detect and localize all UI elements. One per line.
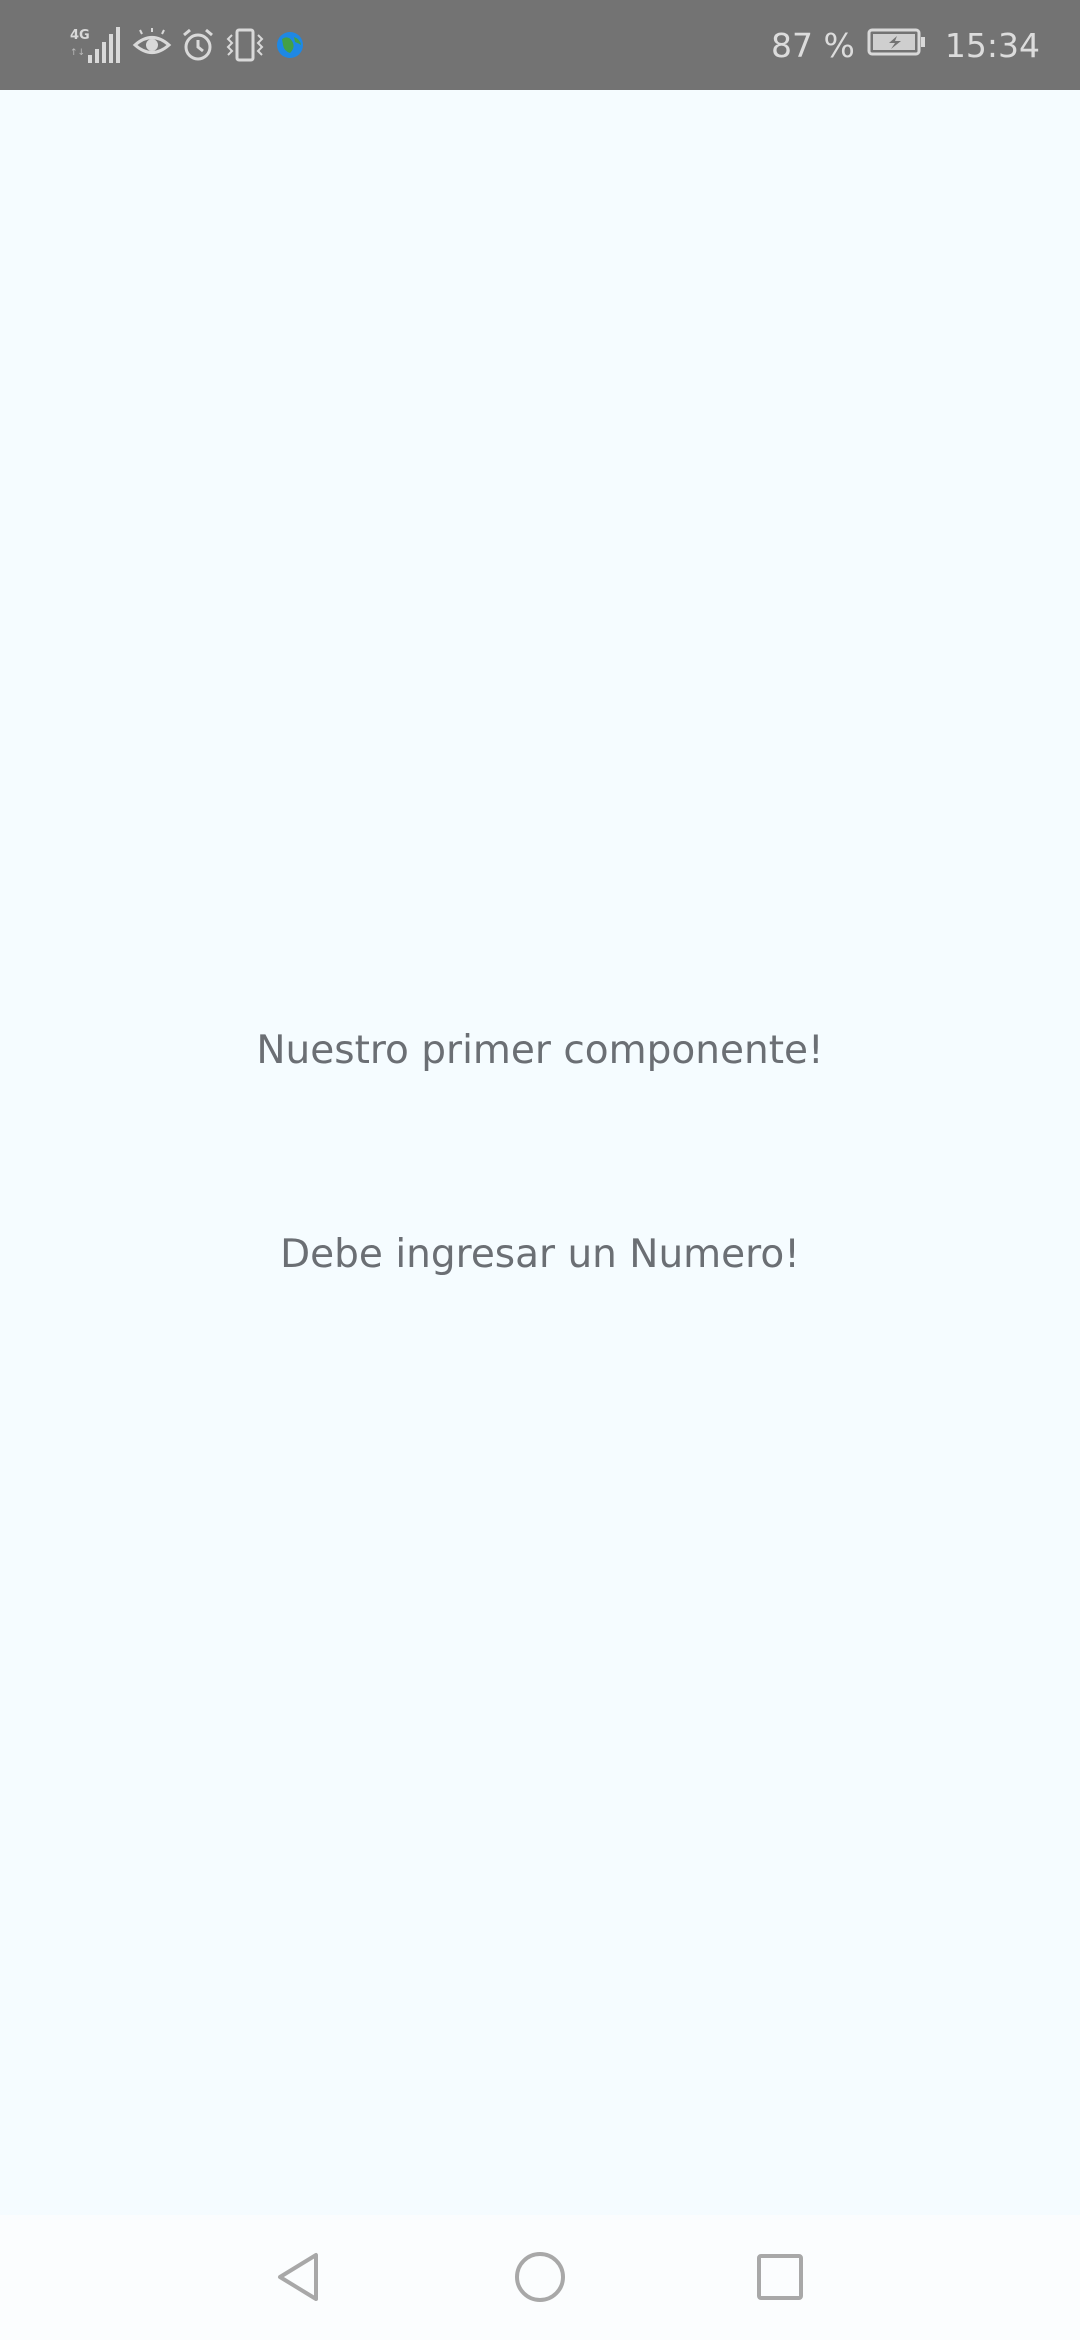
- recent-apps-icon: [757, 2254, 803, 2300]
- app-globe-icon: [274, 20, 306, 70]
- svg-text:↑↓: ↑↓: [70, 48, 85, 58]
- signal-icon: 4G ↑↓: [68, 20, 124, 70]
- recent-apps-button[interactable]: [740, 2237, 820, 2317]
- app-screen: 4G ↑↓ 87 % 15:34 Nuestro primer componen…: [0, 0, 1080, 2340]
- component-heading: Nuestro primer componente!: [256, 1028, 824, 1073]
- home-icon: [515, 2252, 565, 2302]
- battery-charging-icon: [867, 26, 927, 65]
- home-button[interactable]: [500, 2237, 580, 2317]
- svg-text:4G: 4G: [70, 28, 90, 43]
- navigation-bar: [0, 2215, 1080, 2340]
- main-content: Nuestro primer componente! Debe ingresar…: [0, 90, 1080, 2215]
- back-icon: [278, 2253, 318, 2301]
- number-required-message: Debe ingresar un Numero!: [280, 1232, 800, 1277]
- back-button[interactable]: [260, 2237, 340, 2317]
- alarm-icon: [180, 20, 216, 70]
- status-icons-left: 4G ↑↓: [68, 20, 306, 70]
- vibrate-icon: [224, 20, 266, 70]
- status-info-right: 87 % 15:34: [771, 20, 1040, 70]
- battery-percentage: 87 %: [771, 25, 855, 65]
- status-bar: 4G ↑↓ 87 % 15:34: [0, 0, 1080, 90]
- eye-icon: [132, 20, 172, 70]
- clock-time: 15:34: [944, 25, 1040, 65]
